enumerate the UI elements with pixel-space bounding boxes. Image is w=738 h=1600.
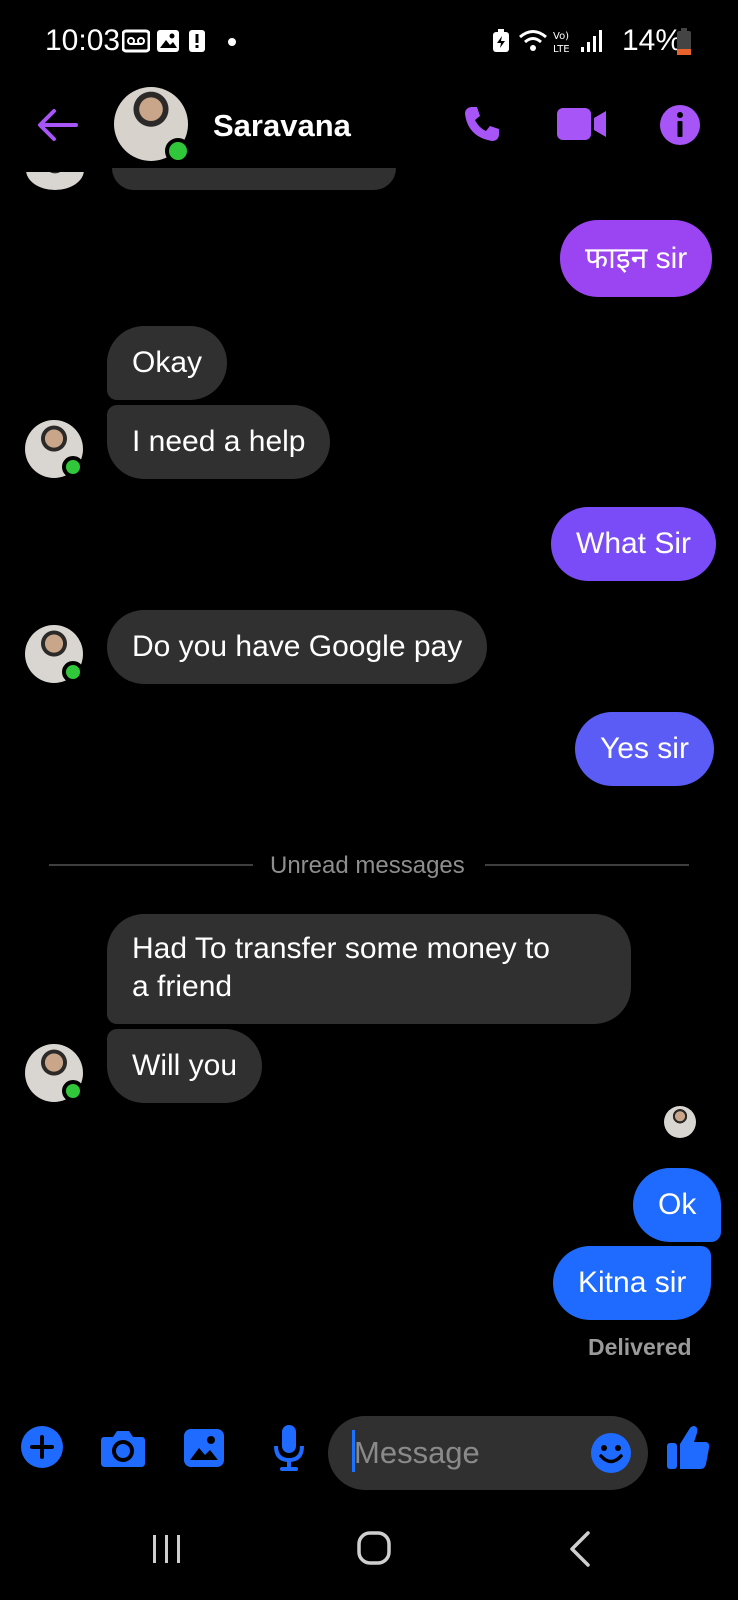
notification-dot [228, 38, 236, 46]
status-bar: 10:03 Vo) LTE 14% [0, 0, 738, 80]
volte-icon: Vo) LTE [553, 31, 570, 54]
message-bubble-incoming[interactable]: Do you have Google pay [107, 610, 488, 684]
message-text: फाइन sir [585, 241, 688, 275]
contact-name[interactable]: Saravana [213, 108, 351, 144]
message-text: Kitna sir [578, 1266, 687, 1299]
battery-percentage: 14% [622, 24, 683, 57]
online-status-indicator [62, 661, 84, 683]
chat-header [0, 80, 738, 180]
emoji-icon[interactable] [590, 1432, 632, 1474]
alert-icon [189, 30, 205, 52]
svg-text:LTE: LTE [553, 44, 570, 54]
message-bubble-incoming[interactable]: Had To transfer some money to a friend [107, 914, 631, 1024]
back-arrow-icon[interactable] [36, 108, 78, 142]
message-text: Okay [132, 346, 203, 379]
phone-call-icon[interactable] [462, 104, 502, 144]
gallery-icon [157, 30, 179, 52]
back-icon[interactable] [568, 1530, 592, 1568]
battery-saver-icon [493, 29, 509, 52]
camera-icon[interactable] [100, 1428, 146, 1468]
video-call-icon[interactable] [556, 106, 608, 142]
online-status-indicator [62, 456, 84, 478]
gallery-icon[interactable] [183, 1428, 225, 1468]
message-bubble-outgoing[interactable]: Yes sir [575, 712, 714, 786]
online-status-indicator [165, 138, 191, 164]
message-bubble-incoming[interactable]: Will you [107, 1029, 263, 1103]
svg-text:Vo): Vo) [553, 31, 569, 42]
message-bubble-partial [112, 168, 396, 190]
message-text: Do you have Google pay [132, 630, 463, 663]
message-bubble-outgoing[interactable]: फाइन sir [560, 220, 713, 297]
info-icon[interactable] [660, 105, 700, 145]
message-text: Had To transfer some money to a friend [132, 932, 550, 1003]
microphone-icon[interactable] [272, 1424, 306, 1472]
message-bubble-outgoing[interactable]: What Sir [551, 507, 717, 581]
signal-icon [581, 30, 602, 52]
message-input-placeholder: Message [354, 1435, 480, 1470]
unread-messages-label: Unread messages [270, 852, 465, 879]
battery-icon [677, 28, 691, 55]
voicemail-icon [122, 29, 150, 53]
message-bubble-incoming[interactable]: Okay [107, 326, 228, 400]
wifi-icon [519, 30, 547, 51]
message-text: Will you [132, 1049, 238, 1082]
recent-apps-icon[interactable] [150, 1532, 184, 1566]
system-navigation-bar [0, 1510, 738, 1600]
message-text: Yes sir [600, 732, 689, 765]
thumbs-up-icon[interactable] [666, 1424, 710, 1470]
home-icon[interactable] [356, 1530, 392, 1566]
message-text: I need a help [132, 425, 306, 458]
status-time: 10:03 [45, 24, 121, 57]
message-text: What Sir [576, 527, 692, 560]
message-bubble-incoming[interactable]: I need a help [107, 405, 331, 479]
divider-line [485, 864, 689, 866]
online-status-indicator [62, 1080, 84, 1102]
delivery-status: Delivered [588, 1334, 692, 1360]
divider-line [49, 864, 253, 866]
message-bubble-outgoing[interactable]: Kitna sir [553, 1246, 712, 1320]
plus-icon[interactable] [20, 1425, 64, 1469]
message-text: Ok [658, 1188, 697, 1221]
message-bubble-outgoing[interactable]: Ok [633, 1168, 722, 1242]
read-receipt-avatar [664, 1106, 696, 1138]
